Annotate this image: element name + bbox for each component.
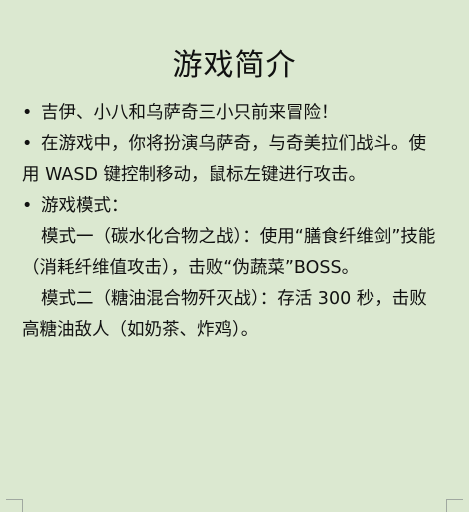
bullet-text: 游戏模式： [41, 196, 129, 216]
bullet-text: 在游戏中，你将扮演乌萨奇，与奇美拉们战斗。使用 WASD 键控制移动，鼠标左键进… [22, 134, 426, 185]
mode-two-description: 模式二（糖油混合物歼灭战）：存活 300 秒，击败高糖油敌人（如奶茶、炸鸡）。 [22, 289, 427, 340]
page-corner-mark-left [6, 499, 23, 512]
bullet-item-controls: • 在游戏中，你将扮演乌萨奇，与奇美拉们战斗。使用 WASD 键控制移动，鼠标左… [22, 129, 442, 191]
page-corner-mark-right [446, 499, 463, 512]
bullet-dot-icon: • [22, 103, 33, 123]
bullet-dot-icon: • [22, 196, 33, 216]
page-title: 游戏简介 [172, 48, 297, 83]
mode-one-description: 模式一（碳水化合物之战）：使用“膳食纤维剑”技能（消耗纤维值攻击），击败“伪蔬菜… [22, 227, 436, 278]
bullet-text: 吉伊、小八和乌萨奇三小只前来冒险！ [41, 103, 339, 123]
document-body: • 吉伊、小八和乌萨奇三小只前来冒险！ • 在游戏中，你将扮演乌萨奇，与奇美拉们… [22, 98, 442, 346]
bullet-dot-icon: • [22, 134, 33, 154]
bullet-item-intro: • 吉伊、小八和乌萨奇三小只前来冒险！ [22, 98, 442, 129]
bullet-item-modes: • 游戏模式： [22, 191, 442, 222]
